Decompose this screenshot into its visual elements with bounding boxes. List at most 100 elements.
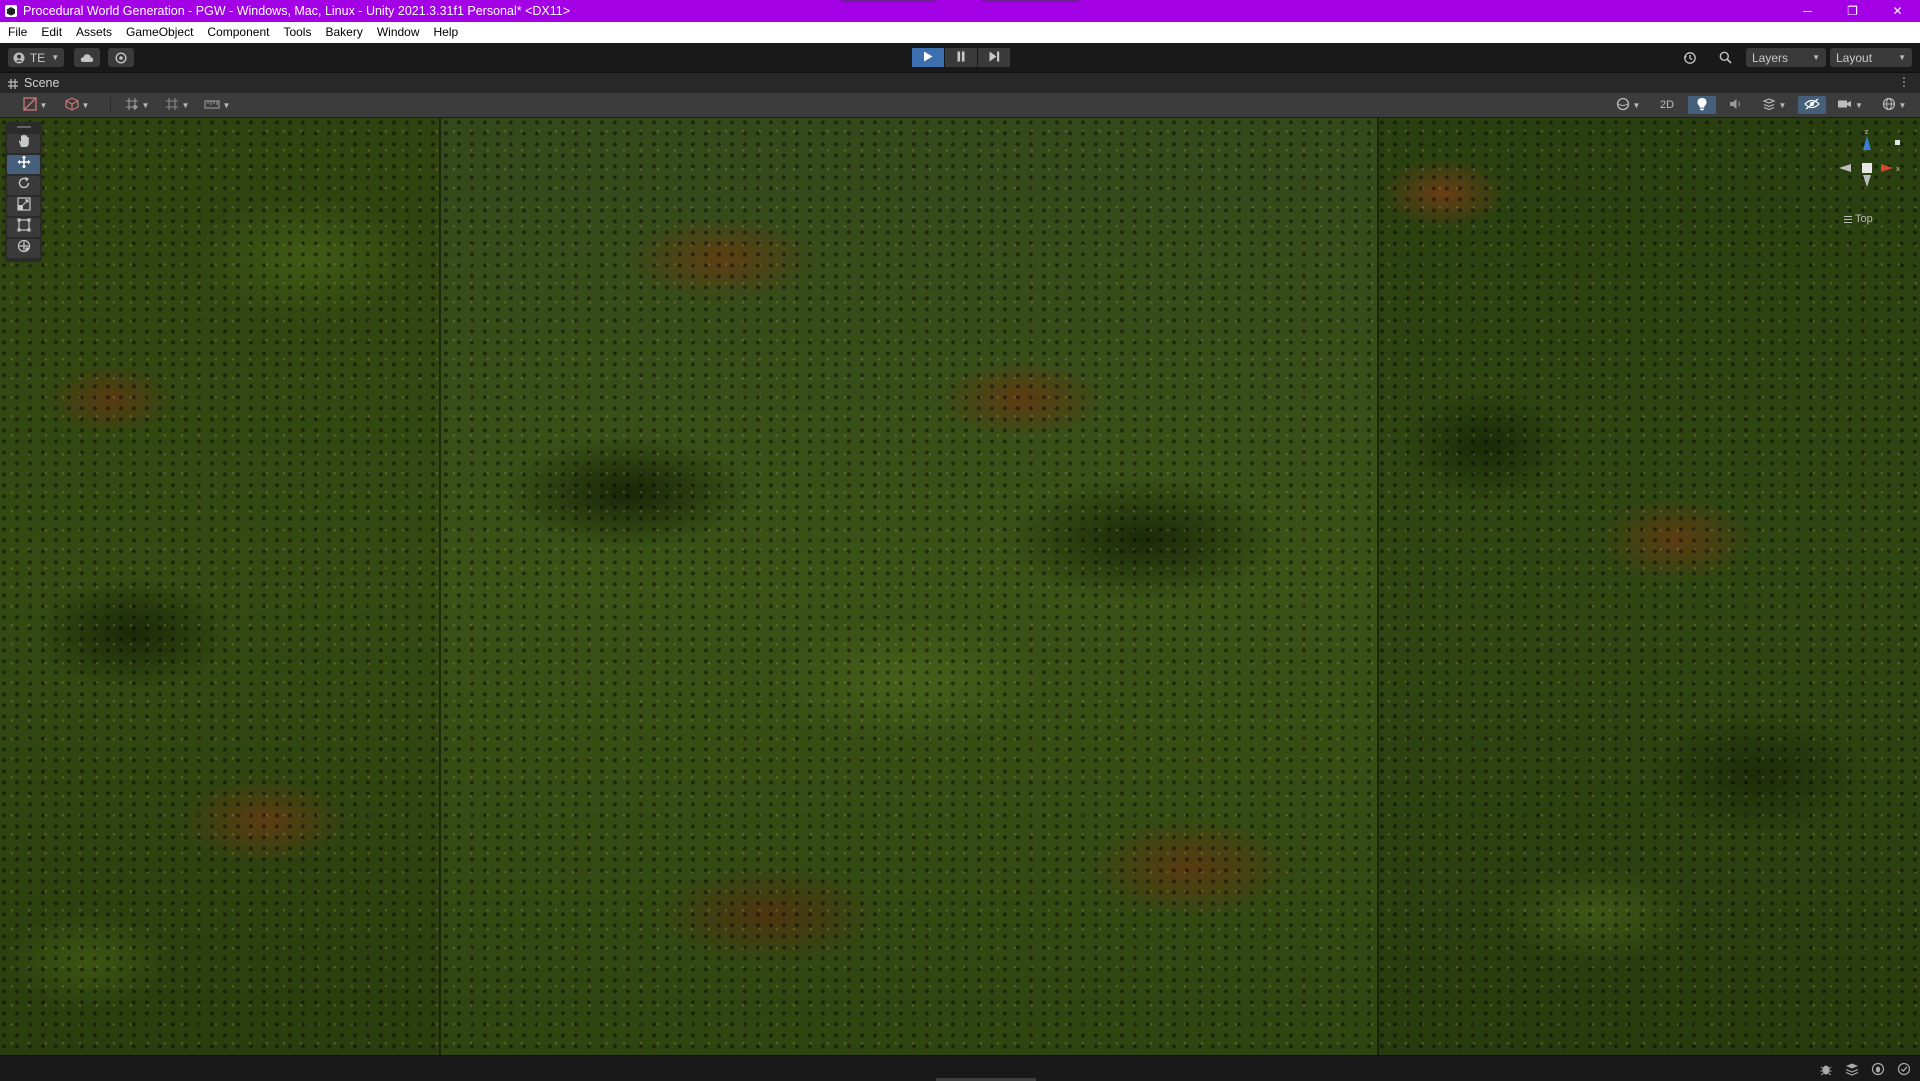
lighting-dropdown[interactable]: ▼	[1610, 96, 1646, 114]
eye-slash-icon	[1804, 98, 1820, 113]
hidden-objects-toggle[interactable]	[1798, 96, 1826, 114]
palette-grip[interactable]	[5, 122, 42, 132]
gizmo-x-label: x	[1896, 166, 1900, 173]
menu-file[interactable]: File	[0, 22, 34, 43]
terrain-seam	[439, 118, 441, 1055]
layout-label: Layout	[1836, 50, 1873, 65]
minimize-button[interactable]: ─	[1785, 0, 1830, 22]
title-bar-accent	[983, 0, 1079, 2]
layers-dropdown[interactable]: Layers ▼	[1746, 48, 1826, 67]
gizmo-x-axis[interactable]	[1881, 164, 1893, 172]
hand-tool-button[interactable]	[7, 134, 40, 153]
chevron-down-icon: ▼	[39, 100, 48, 110]
search-button[interactable]	[1712, 48, 1738, 67]
collab-button[interactable]	[108, 48, 134, 67]
play-button[interactable]	[912, 48, 944, 67]
chevron-down-icon: ▼	[1898, 53, 1906, 62]
more-options-icon[interactable]: ⋮	[1898, 75, 1910, 89]
sphere-icon	[1616, 97, 1630, 114]
scale-tool-button[interactable]	[7, 197, 40, 216]
debug-bug-icon[interactable]	[1818, 1061, 1834, 1077]
tab-scene-label: Scene	[24, 76, 60, 90]
orientation-gizmo[interactable]: z x	[1831, 128, 1903, 200]
speaker-icon	[1729, 98, 1743, 113]
move-tool-button[interactable]	[7, 155, 40, 174]
grid-visibility-dropdown[interactable]: ▼	[160, 96, 194, 114]
step-icon	[989, 49, 1000, 67]
hand-icon	[17, 134, 31, 153]
chevron-down-icon: ▼	[181, 100, 190, 110]
ruler-icon	[203, 98, 220, 113]
undo-history-button[interactable]	[1677, 48, 1703, 67]
cube-icon	[64, 96, 79, 114]
title-bar: Procedural World Generation - PGW - Wind…	[0, 0, 1920, 22]
menu-edit[interactable]: Edit	[34, 22, 69, 43]
layout-dropdown[interactable]: Layout ▼	[1830, 48, 1912, 67]
stack-layers-icon[interactable]	[1844, 1061, 1860, 1077]
rotate-tool-button[interactable]	[7, 176, 40, 195]
chevron-down-icon: ▼	[1855, 100, 1863, 110]
check-circle-icon[interactable]	[1896, 1061, 1912, 1077]
collab-icon	[115, 51, 127, 64]
gizmo-lock-icon[interactable]	[1895, 140, 1900, 145]
rect-tool-button[interactable]	[7, 218, 40, 237]
shading-mode-dropdown[interactable]: ▼	[18, 96, 52, 114]
effects-dropdown[interactable]: ▼	[1756, 96, 1792, 114]
menu-help[interactable]: Help	[427, 22, 466, 43]
grid-snapping-dropdown[interactable]: ▼	[120, 96, 154, 114]
toggle-2d-button[interactable]: 2D	[1652, 96, 1682, 114]
scene-tab-bar: Scene ⋮	[0, 73, 1920, 93]
lighting-toggle-button[interactable]	[1688, 96, 1716, 114]
transform-tool-button[interactable]	[7, 239, 40, 258]
grid-snap-icon	[125, 97, 139, 114]
scale-icon	[16, 197, 31, 216]
unity-icon	[5, 5, 17, 17]
chevron-down-icon: ▼	[222, 100, 231, 110]
render-mode-dropdown[interactable]: ▼	[60, 96, 94, 114]
scene-viewport[interactable]	[0, 118, 1920, 1055]
increment-snap-dropdown[interactable]: ▼	[200, 96, 234, 114]
view-orientation-label[interactable]: Top	[1844, 213, 1873, 225]
close-button[interactable]: ✕	[1875, 0, 1920, 22]
gizmo-z-label: z	[1865, 129, 1869, 136]
scene-toolbar: ▼ ▼ ▼ ▼ ▼ ▼ 2D ▼ ▼ ▼	[0, 93, 1920, 118]
rect-transform-icon	[17, 218, 31, 237]
gizmos-dropdown[interactable]: ▼	[1874, 96, 1914, 114]
menu-window[interactable]: Window	[370, 22, 427, 43]
gizmo-sphere-icon	[1882, 97, 1896, 114]
restore-button[interactable]: ❐	[1830, 0, 1875, 22]
tab-scene[interactable]: Scene	[0, 73, 70, 93]
cloud-button[interactable]	[74, 48, 100, 67]
camera-settings-dropdown[interactable]: ▼	[1832, 96, 1868, 114]
lightbulb-icon	[1696, 97, 1708, 114]
status-icons	[1818, 1061, 1912, 1077]
pause-button[interactable]	[945, 48, 977, 67]
play-icon	[923, 49, 933, 67]
menu-gameobject[interactable]: GameObject	[119, 22, 200, 43]
effects-icon	[1761, 97, 1776, 114]
audio-toggle-button[interactable]	[1722, 96, 1750, 114]
chevron-down-icon: ▼	[51, 53, 60, 62]
chevron-down-icon: ▼	[1632, 100, 1641, 110]
step-button[interactable]	[978, 48, 1010, 67]
gizmo-neg-x-axis[interactable]	[1839, 164, 1851, 172]
draw-mode-icon	[22, 96, 37, 114]
layers-label: Layers	[1752, 50, 1789, 65]
main-toolbar: TE ▼ Layers ▼ Layout ▼	[0, 43, 1920, 73]
gizmo-z-axis[interactable]	[1863, 136, 1871, 150]
chevron-down-icon: ▼	[141, 100, 150, 110]
rotate-icon	[17, 176, 31, 195]
chevron-down-icon: ▼	[1898, 100, 1907, 110]
title-bar-accent	[842, 0, 936, 2]
bug-report-icon[interactable]	[1870, 1061, 1886, 1077]
account-dropdown[interactable]: TE ▼	[8, 48, 64, 67]
gizmo-neg-z-axis[interactable]	[1863, 175, 1871, 187]
menu-tools[interactable]: Tools	[276, 22, 318, 43]
gizmo-center[interactable]	[1862, 163, 1872, 173]
search-icon	[1719, 51, 1732, 64]
menu-component[interactable]: Component	[200, 22, 276, 43]
history-icon	[1683, 51, 1697, 65]
move-arrows-icon	[17, 155, 31, 174]
menu-assets[interactable]: Assets	[69, 22, 119, 43]
menu-bakery[interactable]: Bakery	[318, 22, 369, 43]
